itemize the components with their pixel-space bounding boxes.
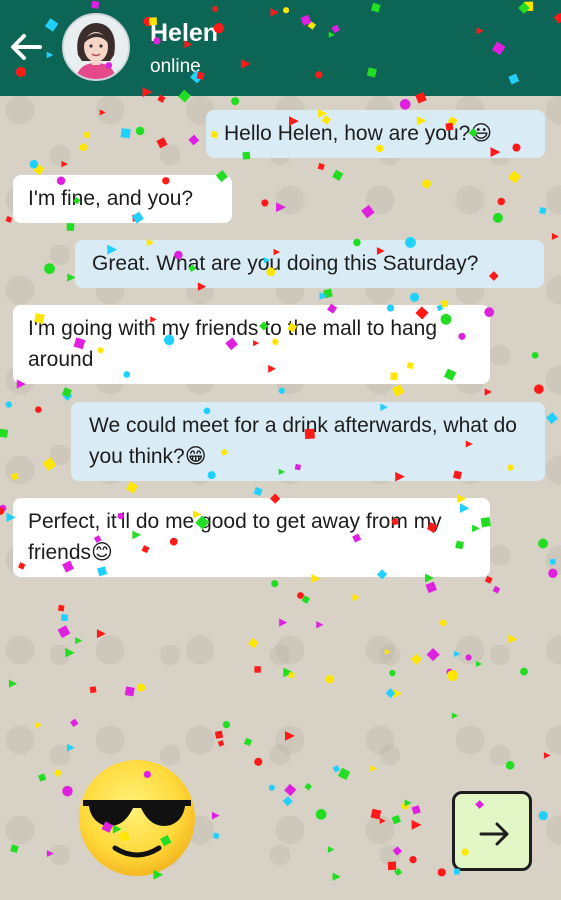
message-outgoing: We could meet for a drink afterwards, wh… (71, 402, 545, 481)
avatar[interactable] (62, 13, 130, 81)
back-arrow-icon[interactable] (6, 30, 46, 64)
contact-name: Helen (150, 19, 219, 47)
message-outgoing: Great. What are you doing this Saturday? (75, 240, 544, 288)
message-outgoing: Hello Helen, how are you?😃 (206, 110, 545, 158)
sunglasses-emoji-icon (77, 758, 197, 878)
contact-status: online (150, 56, 201, 77)
message-incoming: I'm going with my friends to the mall to… (13, 305, 490, 384)
chat-header: Helen online (0, 0, 561, 96)
arrow-right-icon (479, 822, 509, 846)
next-button[interactable] (452, 791, 532, 871)
message-incoming: Perfect, it'll do me good to get away fr… (13, 498, 490, 577)
message-incoming: I'm fine, and you? (13, 175, 232, 223)
